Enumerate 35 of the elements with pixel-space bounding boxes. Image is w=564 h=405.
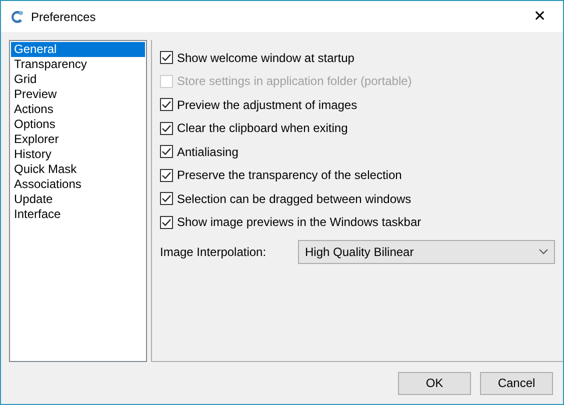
sidebar-item[interactable]: Update — [11, 192, 145, 207]
sidebar-item[interactable]: Interface — [11, 207, 145, 222]
checkbox-label: Antialiasing — [177, 144, 238, 161]
checkbox-label: Preview the adjustment of images — [177, 96, 358, 114]
sidebar-item[interactable]: Grid — [11, 72, 145, 87]
sidebar-item[interactable]: Actions — [11, 102, 145, 117]
checkbox-label: Show image previews in the Windows taskbar — [177, 214, 422, 232]
checkbox-label: Selection can be dragged between windows — [177, 190, 412, 208]
chevron-down-icon — [539, 249, 548, 255]
checkbox-label: Preserve the transparency of the selection — [177, 167, 402, 184]
dialog-button[interactable]: OK — [398, 372, 471, 394]
interpolation-label: Image Interpolation: — [160, 244, 268, 261]
window-title: Preferences — [31, 8, 97, 26]
dialog-button[interactable]: Cancel — [480, 372, 553, 394]
app-logo-icon — [9, 8, 25, 24]
sidebar-item[interactable]: History — [11, 147, 145, 162]
checkbox-label: Clear the clipboard when exiting — [177, 120, 348, 138]
checkbox[interactable] — [160, 122, 173, 135]
close-button[interactable]: ✕ — [517, 1, 563, 32]
checkbox[interactable] — [160, 168, 173, 182]
sidebar-item[interactable]: Explorer — [11, 132, 145, 147]
sidebar-item[interactable]: General — [11, 42, 145, 57]
sidebar-item[interactable]: Quick Mask — [11, 162, 145, 177]
interpolation-dropdown[interactable]: High Quality Bilinear — [298, 240, 555, 264]
checkbox[interactable] — [160, 216, 173, 229]
sidebar-item[interactable]: Options — [11, 117, 145, 132]
sidebar-item[interactable]: Preview — [11, 87, 145, 102]
sidebar-item[interactable]: Associations — [11, 177, 145, 192]
checkbox-label: Store settings in application folder (portable) — [177, 73, 412, 90]
sidebar-item[interactable]: Transparency — [11, 57, 145, 72]
checkbox-label: Show welcome window at startup — [177, 50, 354, 67]
checkbox[interactable] — [160, 98, 173, 112]
checkbox[interactable] — [160, 51, 173, 64]
checkbox[interactable] — [160, 192, 173, 206]
checkbox[interactable] — [160, 145, 173, 158]
